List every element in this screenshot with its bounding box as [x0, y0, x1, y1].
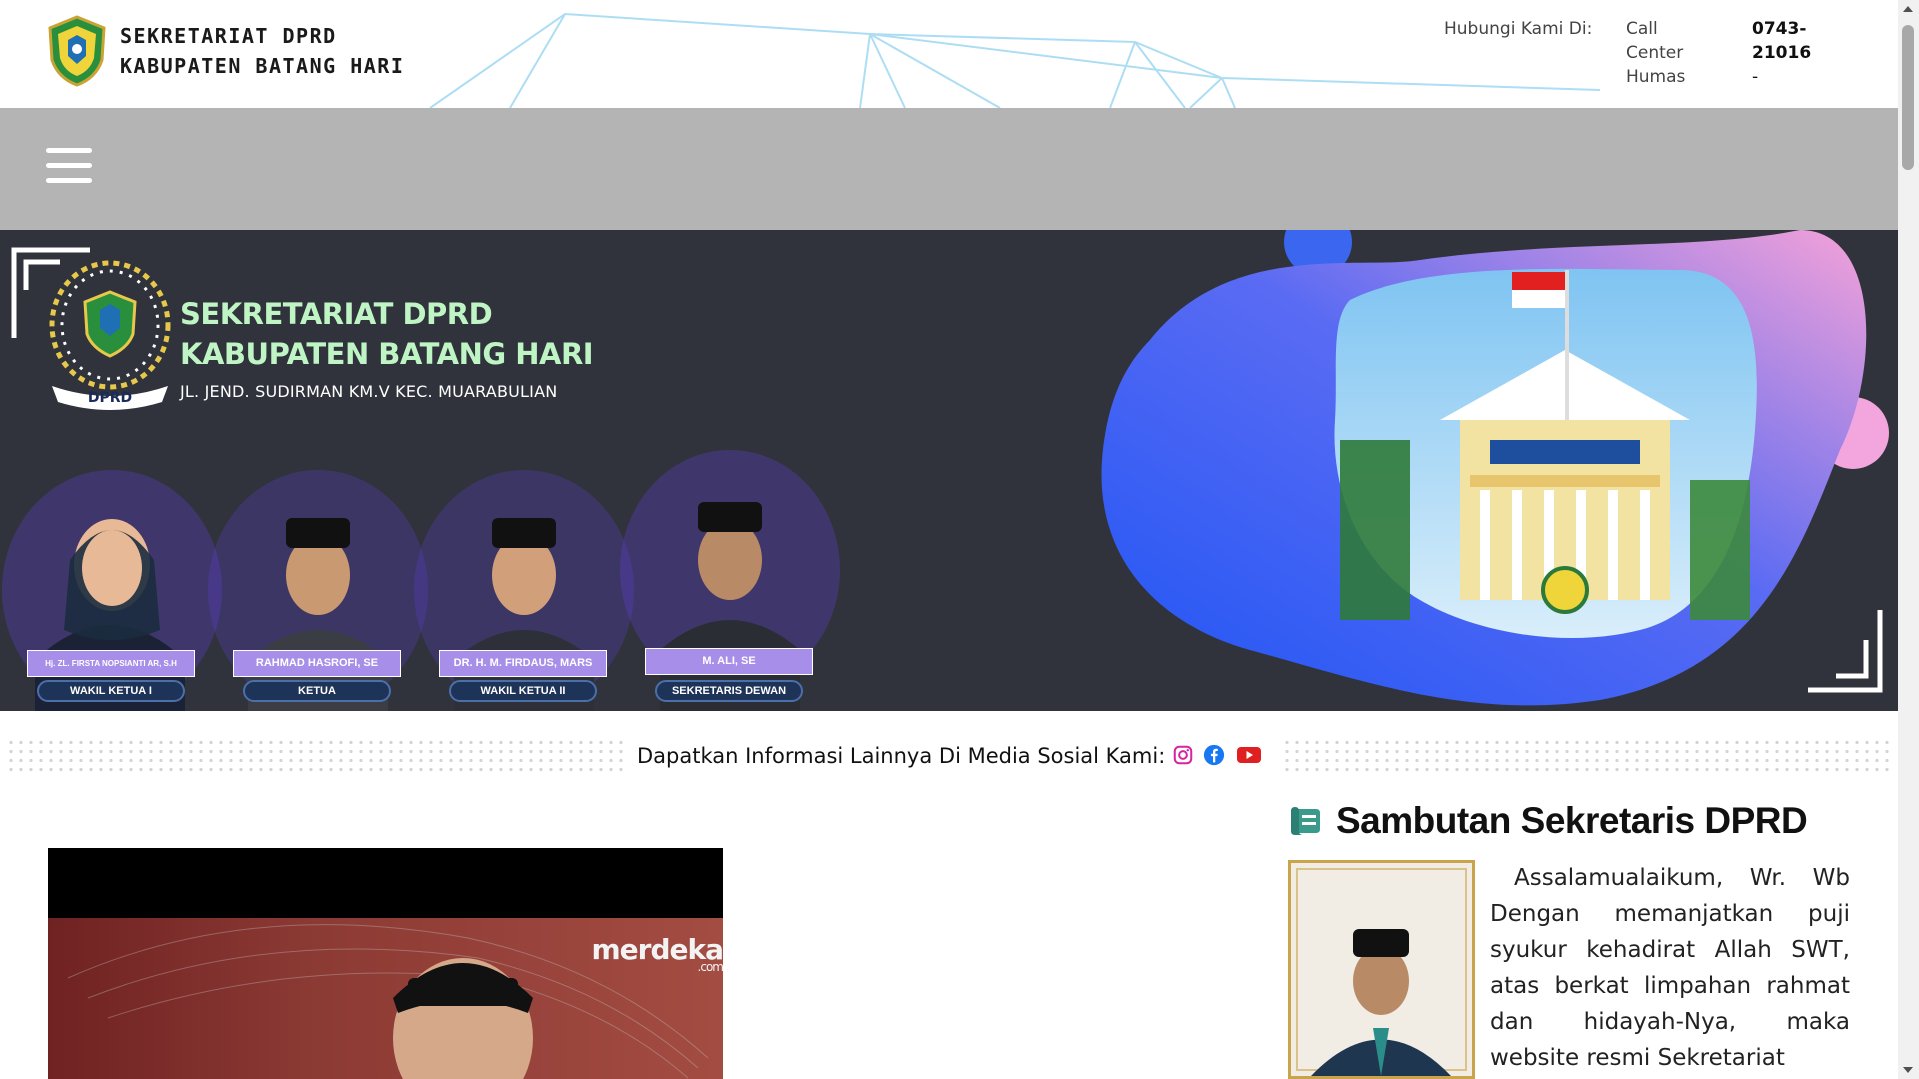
hero-title-block: SEKRETARIAT DPRD KABUPATEN BATANG HARI J… — [180, 294, 594, 401]
scroll-icon — [1291, 807, 1320, 835]
member-card: M. ALI, SE SEKRETARIS DEWAN — [645, 460, 825, 702]
dotted-divider-left — [6, 738, 624, 774]
hamburger-menu-icon[interactable] — [46, 148, 92, 188]
call-center-label: Call Center — [1626, 19, 1684, 63]
page-scrollbar[interactable] — [1898, 0, 1919, 1079]
facebook-icon[interactable] — [1203, 744, 1225, 766]
social-caption: Dapatkan Informasi Lainnya Di Media Sosi… — [637, 744, 1166, 768]
welcome-section-title: Sambutan Sekretaris DPRD — [1336, 800, 1808, 841]
member-role: WAKIL KETUA II — [449, 680, 597, 702]
member-role: WAKIL KETUA I — [37, 680, 185, 702]
instagram-icon[interactable] — [1172, 744, 1194, 766]
site-header: SEKRETARIAT DPRD KABUPATEN BATANG HARI H… — [0, 0, 1898, 108]
hero-address: JL. JEND. SUDIRMAN KM.V KEC. MUARABULIAN — [180, 382, 558, 401]
call-center-number[interactable]: 0743-21016 — [1752, 17, 1812, 65]
contact-label: Hubungi Kami Di: — [1444, 19, 1593, 39]
dprd-emblem-icon — [48, 15, 106, 87]
dprd-wreath-emblem: DPRD — [49, 260, 171, 410]
member-name: RAHMAD HASROFI, SE — [233, 650, 401, 677]
org-name-line1: SEKRETARIAT DPRD — [120, 24, 337, 48]
secretary-photo — [1291, 863, 1472, 1076]
hero-banner: DPRD SEKRETARIAT DPRD KABUPATEN BATANG H… — [0, 230, 1898, 711]
main-navbar — [0, 108, 1898, 230]
member-name: Hj. ZL. FIRSTA NOPSIANTI AR, S.H — [27, 650, 195, 677]
welcome-section-header: Sambutan Sekretaris DPRD — [1288, 800, 1808, 842]
brand[interactable]: SEKRETARIAT DPRD KABUPATEN BATANG HARI — [46, 14, 404, 88]
video-watermark: merdeka .com — [591, 933, 723, 974]
welcome-greeting-text: Assalamualaikum, Wr. Wb Dengan memanjatk… — [1490, 865, 1850, 1071]
hero-title-line1: SEKRETARIAT DPRD — [180, 297, 493, 331]
member-card: Hj. ZL. FIRSTA NOPSIANTI AR, S.H WAKIL K… — [27, 480, 207, 710]
hero-title-line2: KABUPATEN BATANG HARI — [180, 337, 594, 371]
humas-label: Humas — [1626, 67, 1686, 87]
member-name: M. ALI, SE — [645, 648, 813, 675]
social-media-strip: Dapatkan Informasi Lainnya Di Media Sosi… — [0, 734, 1898, 778]
member-role: KETUA — [243, 680, 391, 702]
dotted-divider-right — [1282, 738, 1892, 774]
scrollbar-thumb[interactable] — [1902, 25, 1914, 170]
youtube-icon[interactable] — [1236, 744, 1262, 766]
emblem-label: DPRD — [88, 390, 132, 406]
secretary-portrait — [1288, 860, 1475, 1079]
member-card: RAHMAD HASROFI, SE KETUA — [233, 480, 413, 710]
humas-value: - — [1752, 67, 1759, 87]
org-name-line2: KABUPATEN BATANG HARI — [120, 54, 405, 78]
member-name: DR. H. M. FIRDAUS, MARS — [439, 650, 607, 677]
scroll-up-arrow-icon[interactable] — [1903, 6, 1913, 12]
member-role: SEKRETARIS DEWAN — [655, 680, 803, 702]
member-card: DR. H. M. FIRDAUS, MARS WAKIL KETUA II — [439, 480, 619, 710]
scroll-down-arrow-icon[interactable] — [1903, 1067, 1913, 1073]
video-player[interactable]: merdeka .com — [48, 848, 723, 1079]
